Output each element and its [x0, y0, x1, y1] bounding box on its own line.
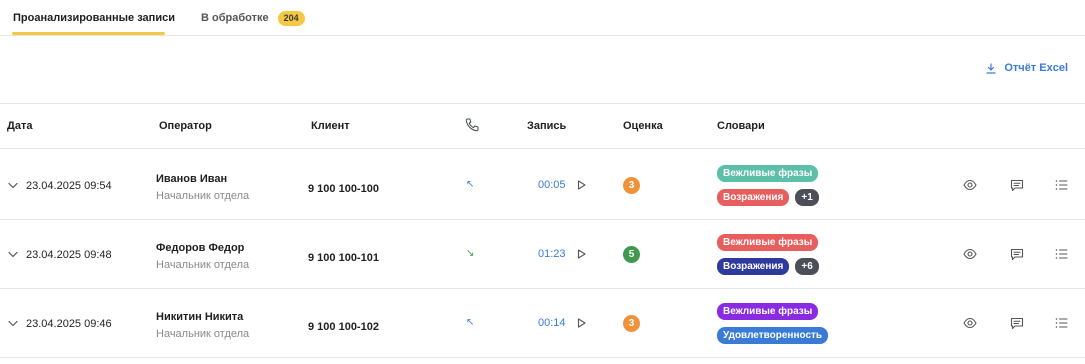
- operator-name: Никитин Никита: [156, 311, 244, 323]
- row-date: 23.04.2025 09:46: [26, 318, 112, 330]
- processing-count-badge: 204: [277, 10, 305, 26]
- score-badge: 3: [623, 315, 640, 332]
- eye-icon[interactable]: [963, 248, 977, 260]
- tab-analyzed[interactable]: Проанализированные записи: [13, 0, 175, 36]
- dictionary-tag: Удовлетворенность: [717, 327, 829, 344]
- dictionary-tags-line-2: Удовлетворенность: [717, 327, 829, 344]
- list-icon[interactable]: [1055, 248, 1068, 260]
- dictionary-tag: Вежливые фразы: [717, 303, 819, 320]
- comment-icon[interactable]: [1010, 179, 1024, 192]
- column-client[interactable]: Клиент: [311, 120, 350, 132]
- outgoing-call-icon: ↘: [466, 248, 475, 259]
- dictionary-tags-line-1: Вежливые фразы: [717, 234, 819, 251]
- operator-name: Иванов Иван: [156, 173, 228, 185]
- dictionary-tag: Вежливые фразы: [717, 234, 819, 251]
- dictionary-tag: Вежливые фразы: [717, 165, 819, 182]
- excel-report-label: Отчёт Excel: [1004, 62, 1068, 74]
- list-icon[interactable]: [1055, 317, 1068, 329]
- comment-icon[interactable]: [1010, 248, 1024, 261]
- dictionary-tags-line-2: Возражения +1: [717, 189, 819, 206]
- play-icon[interactable]: [577, 249, 586, 259]
- table-row[interactable]: 23.04.2025 09:46 Никитин Никита Начальни…: [0, 290, 1085, 358]
- dictionary-tags-line-1: Вежливые фразы: [717, 165, 819, 182]
- row-date: 23.04.2025 09:48: [26, 249, 112, 261]
- chevron-down-icon[interactable]: [8, 182, 18, 189]
- play-icon[interactable]: [577, 180, 586, 190]
- tab-analyzed-label: Проанализированные записи: [13, 12, 175, 24]
- incoming-call-icon: ↖: [466, 317, 475, 328]
- tab-processing-label: В обработке: [201, 12, 269, 24]
- operator-role: Начальник отдела: [156, 190, 250, 202]
- score-badge: 3: [623, 177, 640, 194]
- chevron-down-icon[interactable]: [8, 320, 18, 327]
- row-date: 23.04.2025 09:54: [26, 180, 112, 192]
- client-phone: 9 100 100-102: [308, 321, 379, 333]
- column-score[interactable]: Оценка: [623, 120, 663, 132]
- table-row[interactable]: 23.04.2025 09:54 Иванов Иван Начальник о…: [0, 152, 1085, 220]
- client-phone: 9 100 100-101: [308, 252, 379, 264]
- table-header: Дата Оператор Клиент Запись Оценка Слова…: [0, 103, 1085, 149]
- incoming-call-icon: ↖: [466, 179, 475, 190]
- client-phone: 9 100 100-100: [308, 183, 379, 195]
- list-icon[interactable]: [1055, 179, 1068, 191]
- chevron-down-icon[interactable]: [8, 251, 18, 258]
- dictionary-tags-line-2: Возражения +6: [717, 258, 819, 275]
- play-icon[interactable]: [577, 318, 586, 328]
- phone-icon: [464, 117, 480, 136]
- comment-icon[interactable]: [1010, 317, 1024, 330]
- dictionary-tag: Возражения: [717, 189, 790, 206]
- column-date[interactable]: Дата: [7, 120, 32, 132]
- record-duration[interactable]: 00:14: [538, 317, 566, 329]
- download-icon: [986, 62, 996, 74]
- column-record[interactable]: Запись: [527, 120, 566, 132]
- operator-role: Начальник отдела: [156, 259, 250, 271]
- more-tags-badge[interactable]: +6: [795, 258, 819, 275]
- more-tags-badge[interactable]: +1: [795, 189, 819, 206]
- record-duration[interactable]: 00:05: [538, 179, 566, 191]
- eye-icon[interactable]: [963, 179, 977, 191]
- eye-icon[interactable]: [963, 317, 977, 329]
- active-tab-indicator: [12, 32, 165, 35]
- column-operator[interactable]: Оператор: [159, 120, 212, 132]
- tabs-bar: Проанализированные записи В обработке 20…: [0, 0, 1085, 36]
- operator-name: Федоров Федор: [156, 242, 245, 254]
- operator-role: Начальник отдела: [156, 328, 250, 340]
- excel-report-button[interactable]: Отчёт Excel: [986, 62, 1068, 74]
- dictionary-tag: Возражения: [717, 258, 790, 275]
- score-badge: 5: [623, 246, 640, 263]
- table-row[interactable]: 23.04.2025 09:48 Федоров Федор Начальник…: [0, 221, 1085, 289]
- column-dictionaries[interactable]: Словари: [717, 120, 765, 132]
- tab-processing[interactable]: В обработке 204: [201, 0, 305, 36]
- dictionary-tags-line-1: Вежливые фразы: [717, 303, 819, 320]
- record-duration[interactable]: 01:23: [538, 248, 566, 260]
